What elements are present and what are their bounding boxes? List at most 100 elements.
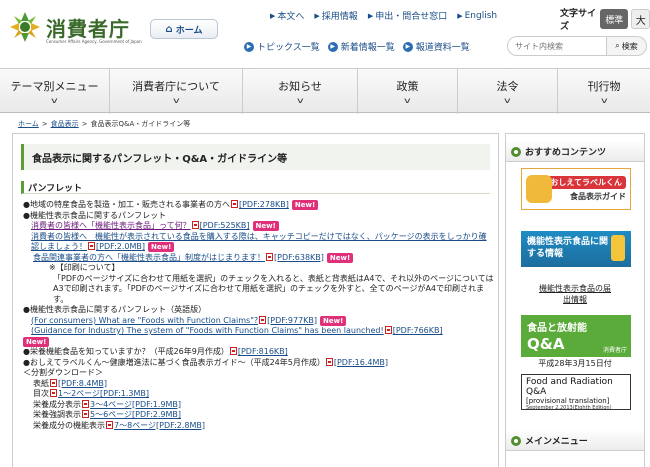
nav-theme-menu[interactable]: テーマ別メニュー v	[0, 69, 110, 114]
print-note: A3で印刷されます。「PDFのページサイズに合わせて用紙を選択」のチェックを外す…	[53, 284, 485, 293]
main-content: 食品表示に関するパンフレット・Q&A・ガイドライン等 パンフレット ●地域の特産…	[12, 133, 499, 467]
banner-date: 平成28年3月15日付	[538, 359, 612, 368]
list-item: ●おしえてラベルくん～健康増進法に基づく食品表示ガイド～（平成24年5月作成）[…	[23, 357, 388, 367]
pdf-link[interactable]: [PDF:816KB]	[238, 347, 288, 356]
pdf-link[interactable]: [PDF:2.0MB]	[96, 242, 145, 251]
pamphlet-link[interactable]: 消費者の皆様へ「機能性表示食品」って何？	[31, 221, 191, 230]
breadcrumb-separator: >	[41, 120, 48, 128]
print-note: 「PDFのページサイズに合わせて用紙を選択」のチェックを入れると、表紙と背表紙は…	[53, 273, 494, 283]
nav-publications[interactable]: 刊行物 v	[558, 69, 650, 114]
pdf-link[interactable]: [PDF:8.4MB]	[58, 379, 107, 388]
pamphlet-link[interactable]: (Guidance for Industry) The system of "F…	[31, 326, 384, 335]
pamphlet-link[interactable]: 食品関連事業者の方へ「機能性表示食品」制度がはじまります！	[33, 253, 265, 262]
pdf-link[interactable]: 3～4ページ[PDF:1.9MB]	[90, 400, 181, 409]
util-link-contact[interactable]: ▶ 申出・問合せ窓口	[367, 9, 447, 23]
sub-link-news[interactable]: ▶ 新着情報一覧	[327, 40, 395, 53]
triangle-right-icon: ▶	[457, 11, 463, 20]
pdf-link[interactable]: [PDF:977KB]	[267, 316, 317, 325]
pdf-icon	[325, 357, 333, 366]
font-large-button[interactable]: 大	[631, 9, 650, 29]
pdf-link[interactable]: 7～8ページ[PDF:2.8MB]	[114, 421, 205, 430]
pamphlet-link[interactable]: 認しましょう！	[31, 242, 87, 251]
pdf-icon	[384, 326, 392, 334]
bottle-icon	[611, 235, 625, 261]
site-search: ⌕ 検索	[507, 36, 647, 56]
nav-policy[interactable]: 政策 v	[358, 69, 458, 114]
pdf-link[interactable]: [PDF:638KB]	[274, 253, 324, 262]
pamphlet-link[interactable]: 消費者の皆様へ 機能性が表示されている食品を購入する際は、キャッチコピーだけでは…	[31, 232, 487, 241]
pdf-icon	[266, 252, 273, 261]
pdf-icon	[259, 315, 267, 324]
triangle-right-icon: ▶	[367, 11, 374, 20]
pdf-link[interactable]: 5～6ページ[PDF:2.9MB]	[90, 410, 181, 419]
pdf-link[interactable]: 1～2ページ[PDF:1.3MB]	[58, 389, 149, 398]
list-item: ●栄養機能食品を知っていますか？（平成26年9月作成） [PDF:816KB]	[23, 347, 288, 356]
list-item: ●機能性表示食品に関するパンフレット（英語版）	[23, 305, 207, 314]
pdf-link[interactable]: [PDF:766KB]	[393, 326, 443, 335]
sub-nav: ▶ トピックス一覧 ▶ 新着情報一覧 ▶ 報道資料一覧	[244, 40, 470, 53]
logo-mark-icon	[10, 12, 40, 42]
logo-subtitle: Consumer Affairs Agency, Government of J…	[46, 39, 142, 44]
pdf-icon	[230, 200, 238, 208]
breadcrumb-separator: >	[81, 120, 88, 128]
pdf-icon	[82, 399, 89, 408]
chevron-down-icon: v	[600, 96, 608, 105]
nav-laws[interactable]: 法令 v	[458, 69, 558, 114]
bullet-circle-icon	[511, 146, 521, 157]
food-radiation-english-banner[interactable]: Food and Radiation Q&A [provisional tran…	[521, 374, 631, 411]
bullet-circle-icon	[511, 435, 521, 446]
site-logo[interactable]: 消費者庁 Consumer Affairs Agency, Government…	[8, 10, 142, 52]
split-download-label: ＜分割ダウンロード＞	[23, 368, 103, 377]
font-size-control: 文字サイズ 標準 大	[560, 6, 650, 32]
search-button[interactable]: ⌕ 検索	[607, 36, 647, 56]
breadcrumb-food-labeling[interactable]: 食品表示	[51, 119, 79, 129]
list-item: (For consumers) What are "Foods with Fun…	[23, 315, 497, 327]
breadcrumb-home[interactable]: ホーム	[18, 119, 39, 129]
util-link-main-content[interactable]: ▶ 本文へ	[270, 9, 304, 23]
pdf-link[interactable]: [PDF:16.4MB]	[334, 358, 388, 367]
list-item: New!	[23, 336, 497, 348]
circle-arrow-icon: ▶	[244, 41, 254, 52]
nav-news[interactable]: お知らせ v	[243, 69, 358, 114]
list-item: 食品関連事業者の方へ「機能性表示食品」制度がはじまります！ [PDF:638KB]…	[23, 252, 497, 264]
font-standard-button[interactable]: 標準	[600, 9, 629, 29]
pdf-icon	[50, 389, 57, 397]
sub-link-press[interactable]: ▶ 報道資料一覧	[402, 40, 470, 53]
home-label: ホーム	[175, 25, 203, 36]
list-item: ●地域の特産食品を製造・加工・販売される事業者の方へ [PDF:278KB] New…	[23, 200, 497, 211]
nav-about[interactable]: 消費者庁について v	[110, 69, 243, 114]
sub-link-topics[interactable]: ▶ トピックス一覧	[244, 40, 320, 53]
pdf-icon	[50, 378, 57, 387]
pdf-link[interactable]: [PDF:525KB]	[200, 221, 250, 230]
util-link-english[interactable]: ▶ English	[457, 9, 497, 22]
new-badge: New!	[320, 315, 347, 326]
function-claims-banner[interactable]: 機能性表示食品に関する情報	[521, 231, 631, 267]
search-icon: ⌕	[615, 41, 620, 50]
chevron-down-icon: v	[504, 96, 511, 105]
page-title: 食品表示に関するパンフレット・Q&A・ガイドライン等	[21, 144, 490, 170]
pdf-icon	[82, 410, 89, 418]
chevron-down-icon: v	[404, 96, 411, 105]
print-note: す。	[53, 294, 69, 304]
pdf-link[interactable]: [PDF:278KB]	[239, 200, 289, 209]
new-badge: New!	[291, 200, 319, 210]
section-heading: パンフレット	[21, 181, 490, 194]
pamphlet-link[interactable]: (For consumers) What are "Foods with Fun…	[31, 316, 258, 325]
util-link-recruit[interactable]: ▶ 採用情報	[314, 9, 357, 23]
main-menu-heading: メインメニュー	[506, 431, 644, 451]
list-item: 表紙 [PDF:8.4MB]	[33, 378, 108, 388]
utility-nav: ▶ 本文へ ▶ 採用情報 ▶ 申出・問合せ窓口 ▶ English	[270, 9, 497, 23]
list-item: 栄養成分の機能表示 7～8ページ[PDF:2.8MB]	[33, 420, 206, 430]
new-badge: New!	[23, 336, 50, 347]
print-note: ※【印刷について】	[49, 263, 120, 272]
search-input[interactable]	[507, 36, 607, 56]
logo-text: 消費者庁	[46, 17, 130, 41]
pdf-icon	[191, 221, 199, 229]
notification-info-link[interactable]: 機能性表示食品の届出情報	[506, 283, 644, 305]
label-kun-banner[interactable]: おしえてラベルくん 食品表示ガイド	[521, 168, 631, 210]
list-item: 目次 1～2ページ[PDF:1.3MB]	[33, 389, 150, 398]
home-button[interactable]: ⌂ ホーム	[150, 19, 218, 39]
new-badge: New!	[148, 242, 175, 252]
pdf-icon	[106, 420, 113, 429]
food-radiation-banner[interactable]: 食品と放射能 Q&A 消費者庁	[521, 315, 631, 357]
